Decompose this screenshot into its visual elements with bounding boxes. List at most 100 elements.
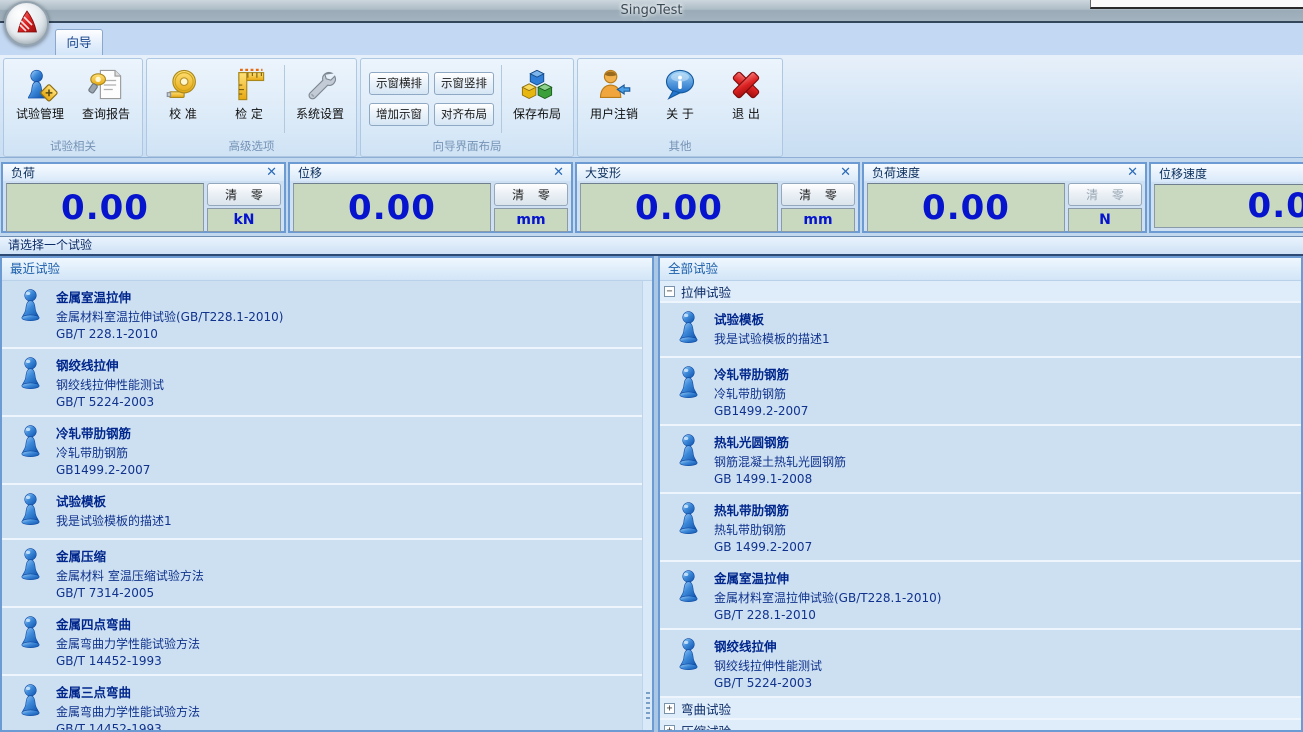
meter-body: 0.00清 零N (864, 181, 1145, 235)
test-item-text: 钢绞线拉伸钢绞线拉伸性能测试GB/T 5224-2003 (56, 355, 164, 411)
ribbon-group-test-related: 试验管理 查询报告 试验相关 (3, 58, 143, 157)
test-management-button[interactable]: 试验管理 (7, 62, 73, 136)
test-item-desc: 冷轧带肋钢筋 (56, 445, 150, 462)
close-icon[interactable]: ✕ (553, 166, 564, 179)
test-management-icon (22, 67, 58, 103)
test-item[interactable]: 热轧带肋钢筋热轧带肋钢筋GB 1499.2-2007 (660, 494, 1301, 562)
close-icon[interactable]: ✕ (1127, 166, 1138, 179)
test-item-desc: 钢绞线拉伸性能测试 (714, 658, 822, 675)
test-item-text: 金属三点弯曲金属弯曲力学性能试验方法GB/T 14452-1993 (56, 682, 200, 730)
recent-tests-header: 最近试验 (2, 258, 652, 281)
test-item-desc: 金属弯曲力学性能试验方法 (56, 704, 200, 721)
test-item-text: 金属压缩金属材料 室温压缩试验方法GB/T 7314-2005 (56, 546, 204, 602)
pawn-icon (675, 568, 703, 624)
test-item[interactable]: 冷轧带肋钢筋冷轧带肋钢筋GB1499.2-2007 (2, 417, 642, 485)
close-icon[interactable]: ✕ (266, 166, 277, 179)
clear-zero-button[interactable]: 清 零 (1068, 183, 1142, 206)
test-item-title: 试验模板 (56, 491, 172, 510)
save-layout-button[interactable]: 保存布局 (504, 62, 570, 136)
test-item[interactable]: 热轧光圆钢筋钢筋混凝土热轧光圆钢筋GB 1499.1-2008 (660, 426, 1301, 494)
test-item[interactable]: 金属室温拉伸金属材料室温拉伸试验(GB/T228.1-2010)GB/T 228… (2, 281, 642, 349)
test-item[interactable]: 冷轧带肋钢筋冷轧带肋钢筋GB1499.2-2007 (660, 358, 1301, 426)
user-logout-icon (596, 67, 632, 103)
close-icon[interactable]: ✕ (840, 166, 851, 179)
pawn-icon (17, 287, 45, 343)
meter-title: 负荷 (11, 164, 35, 181)
clear-zero-button[interactable]: 清 零 (207, 183, 281, 206)
test-item-desc: 热轧带肋钢筋 (714, 522, 812, 539)
tree-node-expanded[interactable]: −拉伸试验 (660, 281, 1301, 303)
meter-value: 0.00 (1248, 186, 1303, 226)
pawn-icon (17, 614, 45, 670)
recent-tests-body: 金属室温拉伸金属材料室温拉伸试验(GB/T228.1-2010)GB/T 228… (2, 281, 652, 730)
test-item[interactable]: 金属室温拉伸金属材料室温拉伸试验(GB/T228.1-2010)GB/T 228… (660, 562, 1301, 630)
align-layout-button[interactable]: 对齐布局 (434, 103, 494, 126)
test-item-desc: 钢筋混凝土热轧光圆钢筋 (714, 454, 846, 471)
user-logout-button[interactable]: 用户注销 (581, 62, 647, 136)
test-item[interactable]: 试验模板我是试验模板的描述1 (660, 303, 1301, 358)
ribbon-group-label: 试验相关 (4, 139, 142, 156)
layout-small-buttons: 示窗横排 示窗竖排 增加示窗 对齐布局 (369, 72, 494, 126)
collapse-toggle-icon[interactable]: − (664, 286, 675, 297)
pawn-icon (17, 491, 45, 534)
all-tests-tree: −拉伸试验试验模板我是试验模板的描述1 冷轧带肋钢筋冷轧带肋钢筋GB1499.2-… (660, 281, 1301, 730)
test-item-text: 冷轧带肋钢筋冷轧带肋钢筋GB1499.2-2007 (56, 423, 150, 479)
test-item-desc: GB/T 14452-1993 (56, 653, 200, 670)
test-item-desc: GB/T 5224-2003 (714, 675, 822, 692)
pawn-icon (17, 682, 45, 730)
app-logo-icon (12, 7, 42, 41)
meter-title: 负荷速度 (872, 164, 920, 181)
verify-button[interactable]: 检 定 (216, 62, 282, 136)
test-item[interactable]: 试验模板我是试验模板的描述1 (2, 485, 642, 540)
test-item-desc: 金属材料室温拉伸试验(GB/T228.1-2010) (56, 309, 284, 326)
system-settings-button[interactable]: 系统设置 (287, 62, 353, 136)
meter-panel-3: 大变形✕0.00清 零mm (575, 162, 860, 233)
application-menu-button[interactable] (4, 1, 49, 46)
pawn-icon (675, 432, 703, 488)
meter-display: 0.00 (580, 183, 778, 232)
test-item[interactable]: 钢绞线拉伸钢绞线拉伸性能测试GB/T 5224-2003 (660, 630, 1301, 698)
tab-wizard[interactable]: 向导 (55, 29, 103, 55)
about-button[interactable]: 关 于 (647, 62, 713, 136)
clear-zero-button[interactable]: 清 零 (781, 183, 855, 206)
clear-zero-button[interactable]: 清 零 (494, 183, 568, 206)
meter-display: 0.00 (1154, 184, 1303, 228)
vertical-scrollbar[interactable] (642, 281, 652, 730)
ribbon-group-body: 示窗横排 示窗竖排 增加示窗 对齐布局 保存布局 (361, 59, 573, 139)
meter-value: 0.00 (348, 188, 436, 228)
query-report-button[interactable]: 查询报告 (73, 62, 139, 136)
test-item-title: 钢绞线拉伸 (714, 636, 822, 655)
expand-toggle-icon[interactable]: + (664, 703, 675, 714)
meter-vertical-button[interactable]: 示窗竖排 (434, 72, 494, 95)
meter-title: 位移 (298, 164, 322, 181)
test-item-text: 金属四点弯曲金属弯曲力学性能试验方法GB/T 14452-1993 (56, 614, 200, 670)
meter-horizontal-button[interactable]: 示窗横排 (369, 72, 429, 95)
button-label: 查询报告 (82, 105, 130, 122)
test-item-desc: GB/T 7314-2005 (56, 585, 204, 602)
tree-node-collapsed[interactable]: +弯曲试验 (660, 698, 1301, 720)
meter-body: 0.00 (1151, 182, 1303, 231)
meter-unit: mm (781, 208, 855, 232)
system-settings-icon (302, 67, 338, 103)
pawn-icon (675, 636, 703, 692)
test-item[interactable]: 金属三点弯曲金属弯曲力学性能试验方法GB/T 14452-1993 (2, 676, 642, 730)
test-item-text: 试验模板我是试验模板的描述1 (714, 309, 830, 352)
tree-node-collapsed[interactable]: +压缩试验 (660, 720, 1301, 730)
meter-panel-row: 负荷✕0.00清 零kN位移✕0.00清 零mm大变形✕0.00清 零mm负荷速… (0, 158, 1303, 236)
test-item[interactable]: 金属压缩金属材料 室温压缩试验方法GB/T 7314-2005 (2, 540, 642, 608)
ribbon-group-label: 其他 (578, 139, 782, 156)
all-tests-body: −拉伸试验试验模板我是试验模板的描述1 冷轧带肋钢筋冷轧带肋钢筋GB1499.2-… (660, 281, 1301, 730)
test-item[interactable]: 金属四点弯曲金属弯曲力学性能试验方法GB/T 14452-1993 (2, 608, 642, 676)
meter-titlebar: 位移 ✕ (290, 164, 571, 181)
test-item-desc: GB1499.2-2007 (56, 462, 150, 479)
test-item[interactable]: 钢绞线拉伸钢绞线拉伸性能测试GB/T 5224-2003 (2, 349, 642, 417)
calibrate-button[interactable]: 校 准 (150, 62, 216, 136)
ribbon-group-other: 用户注销 关 于 退 出 其他 (577, 58, 783, 157)
button-label: 用户注销 (590, 105, 638, 122)
ribbon-tab-strip: 向导 (0, 23, 1303, 55)
add-meter-button[interactable]: 增加示窗 (369, 103, 429, 126)
meter-value: 0.00 (635, 188, 723, 228)
expand-toggle-icon[interactable]: + (664, 725, 675, 731)
ribbon-group-body: 校 准 检 定 系统设置 (147, 59, 356, 139)
exit-button[interactable]: 退 出 (713, 62, 779, 136)
